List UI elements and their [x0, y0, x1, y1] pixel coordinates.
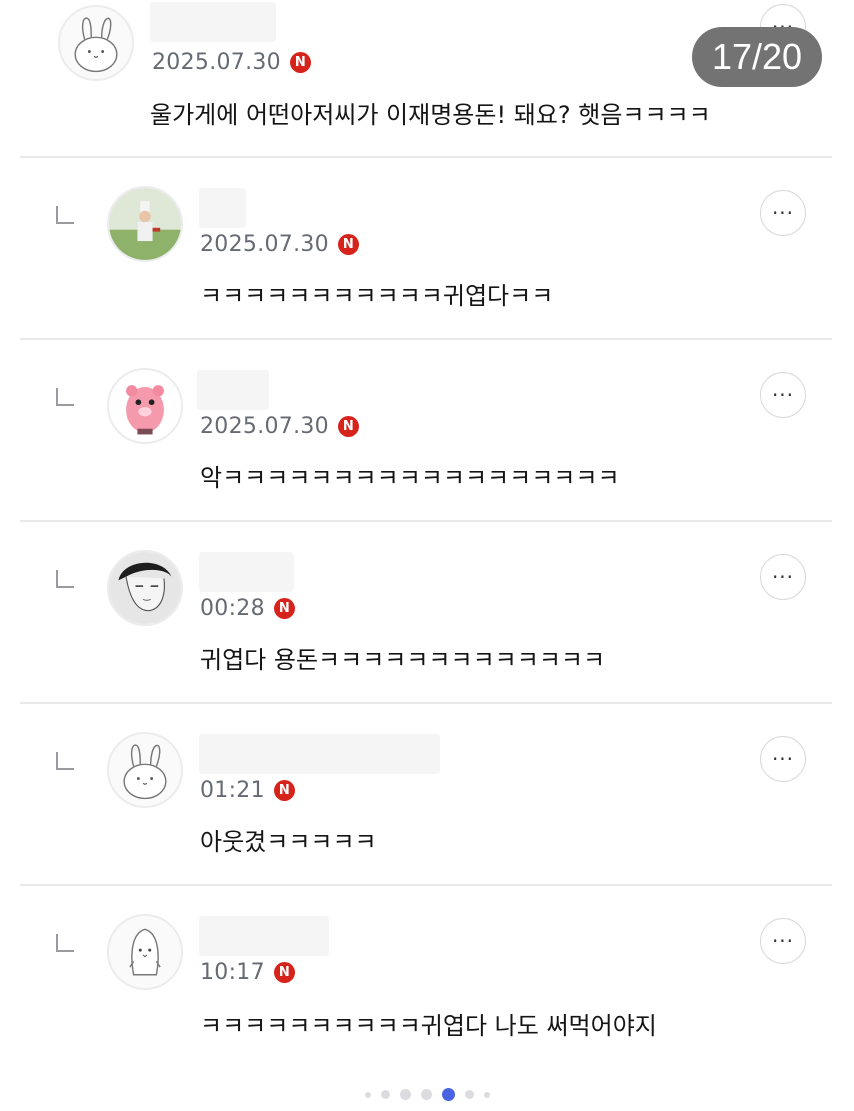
comment-text: 악ㅋㅋㅋㅋㅋㅋㅋㅋㅋㅋㅋㅋㅋㅋㅋㅋㅋㅋ	[200, 464, 620, 492]
rabbit-doodle-avatar[interactable]	[58, 5, 134, 81]
photo-person-avatar[interactable]	[107, 186, 183, 262]
more-options-button[interactable]: ···	[760, 190, 806, 236]
comment-text: ㅋㅋㅋㅋㅋㅋㅋㅋㅋㅋ귀엽다 나도 써먹어야지	[200, 1012, 657, 1040]
more-options-button[interactable]: ···	[760, 918, 806, 964]
pink-beaver-avatar[interactable]	[107, 368, 183, 444]
username-redacted	[199, 916, 329, 956]
username-redacted	[150, 2, 276, 42]
more-icon: ···	[771, 929, 795, 953]
new-badge-icon: N	[337, 234, 359, 255]
username-redacted	[199, 734, 440, 774]
reply-item: 10:17 N ㅋㅋㅋㅋㅋㅋㅋㅋㅋㅋ귀엽다 나도 써먹어야지 ···	[0, 886, 854, 1076]
comment-time: 01:21 N	[200, 778, 295, 803]
comment-text: ㅋㅋㅋㅋㅋㅋㅋㅋㅋㅋㅋ귀엽다ㅋㅋ	[200, 282, 554, 310]
new-badge-icon: N	[289, 52, 311, 73]
pagination-dot[interactable]	[399, 1089, 411, 1100]
more-icon: ···	[771, 565, 795, 589]
pagination-dot[interactable]	[464, 1090, 474, 1099]
manga-man-avatar[interactable]	[107, 550, 183, 626]
more-options-button[interactable]: ···	[760, 554, 806, 600]
comment-time: 2025.07.30 N	[200, 232, 359, 257]
comment-time: 10:17 N	[200, 960, 295, 985]
time-text: 01:21	[200, 778, 265, 803]
rabbit-doodle-avatar[interactable]	[107, 732, 183, 808]
more-options-button[interactable]: ···	[760, 372, 806, 418]
new-badge-icon: N	[337, 416, 359, 437]
new-badge-icon: N	[273, 962, 295, 983]
comment-time: 2025.07.30 N	[200, 414, 359, 439]
more-options-button[interactable]: ···	[760, 736, 806, 782]
time-text: 2025.07.30	[200, 414, 329, 439]
reply-arrow-icon	[56, 570, 74, 588]
slide-counter: 17/20	[692, 27, 822, 87]
comment-time: 00:28 N	[200, 596, 295, 621]
pagination-dot[interactable]	[420, 1089, 432, 1100]
more-icon: ···	[771, 747, 795, 771]
reply-arrow-icon	[56, 206, 74, 224]
comment-text: 귀엽다 용돈ㅋㅋㅋㅋㅋㅋㅋㅋㅋㅋㅋㅋㅋ	[200, 646, 606, 674]
reply-arrow-icon	[56, 388, 74, 406]
pagination-dot-active[interactable]	[441, 1088, 455, 1101]
username-redacted	[199, 552, 294, 592]
more-icon: ···	[771, 201, 795, 225]
pagination-dot[interactable]	[380, 1090, 390, 1099]
time-text: 2025.07.30	[152, 50, 281, 75]
new-badge-icon: N	[273, 780, 295, 801]
comment-text: 아웃겼ㅋㅋㅋㅋㅋ	[200, 828, 377, 856]
pagination-dots	[0, 1088, 854, 1101]
comment-text: 울가게에 어떤아저씨가 이재명용돈! 돼요? 햇음ㅋㅋㅋㅋ	[150, 101, 711, 129]
time-text: 00:28	[200, 596, 265, 621]
reply-item: 2025.07.30 N ㅋㅋㅋㅋㅋㅋㅋㅋㅋㅋㅋ귀엽다ㅋㅋ ···	[0, 158, 854, 340]
reply-arrow-icon	[56, 934, 74, 952]
new-badge-icon: N	[273, 598, 295, 619]
time-text: 2025.07.30	[200, 232, 329, 257]
reply-item: 2025.07.30 N 악ㅋㅋㅋㅋㅋㅋㅋㅋㅋㅋㅋㅋㅋㅋㅋㅋㅋㅋ ···	[0, 340, 854, 522]
reply-arrow-icon	[56, 752, 74, 770]
penguin-avatar[interactable]	[107, 914, 183, 990]
pagination-dot[interactable]	[364, 1091, 371, 1098]
username-redacted	[197, 370, 269, 410]
reply-item: 01:21 N 아웃겼ㅋㅋㅋㅋㅋ ···	[0, 704, 854, 886]
more-icon: ···	[771, 383, 795, 407]
time-text: 10:17	[200, 960, 265, 985]
pagination-dot[interactable]	[483, 1091, 490, 1098]
username-redacted	[199, 188, 246, 228]
comment-time: 2025.07.30 N	[152, 50, 311, 75]
reply-item: 00:28 N 귀엽다 용돈ㅋㅋㅋㅋㅋㅋㅋㅋㅋㅋㅋㅋㅋ ···	[0, 522, 854, 704]
